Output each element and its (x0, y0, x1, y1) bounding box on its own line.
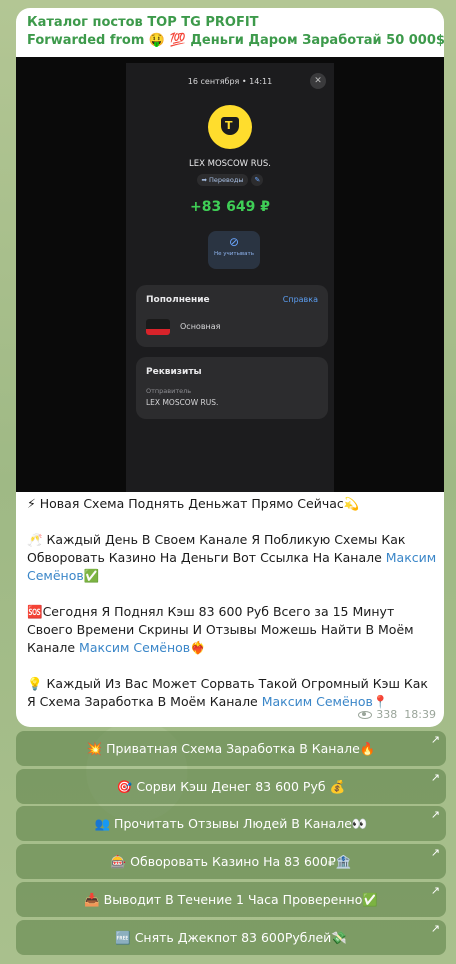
paragraph-3-tail: ❤️‍🔥 (190, 640, 206, 655)
bank-logo-letter: T (225, 119, 233, 132)
inline-button-1[interactable]: 💥 Приватная Схема Заработка В Канале🔥 ↗ (16, 731, 446, 766)
channel-link[interactable]: Максим Семёнов (262, 694, 373, 709)
transaction-tags: ➡ Переводы ✎ (126, 174, 334, 186)
external-link-icon: ↗ (430, 733, 440, 746)
channel-name[interactable]: Каталог постов TOP TG PROFIT (27, 15, 433, 31)
paragraph-2-text: 🥂 Каждый День В Своем Канале Я Поблику­ю… (27, 532, 406, 565)
help-link: Справка (282, 295, 318, 304)
message-meta: 338 18:39 (358, 708, 436, 721)
button-label: 🎰 Обворовать Казино На 83 600₽🏦 (110, 854, 352, 869)
ignore-icon: ⊘ (228, 235, 240, 249)
paragraph-4: 💡 Каждый Из Вас Может Сорвать Такой Огро… (27, 675, 437, 711)
inline-button-2[interactable]: 🎯 Сорви Кэш Денег 83 600 Руб 💰 ↗ (16, 769, 446, 804)
button-label: 💥 Приватная Схема Заработка В Канале🔥 (86, 741, 376, 756)
button-label: 🎯 Сорви Кэш Денег 83 600 Руб 💰 (116, 779, 346, 794)
ignore-button: ⊘ Не учитывать (208, 231, 260, 269)
external-link-icon: ↗ (430, 846, 440, 859)
external-link-icon: ↗ (430, 922, 440, 935)
paragraph-3: 🆘Сегодня Я Поднял Кэш 83 600 Руб Всего з… (27, 603, 437, 657)
bank-logo: T (208, 105, 252, 149)
message-time: 18:39 (404, 708, 436, 721)
transaction-amount: +83 649 ₽ (190, 199, 270, 215)
paragraph-4-tail: 📍 (372, 694, 389, 709)
inline-button-3[interactable]: 👥 Прочитать Отзывы Людей В Канале👀 ↗ (16, 806, 446, 841)
button-label: 🆓 Снять Джекпот 83 600Рублей💸 (115, 930, 347, 945)
external-link-icon: ↗ (430, 884, 440, 897)
details-title: Реквизиты (146, 367, 202, 377)
button-label: 👥 Прочитать Отзывы Людей В Канале👀 (94, 816, 368, 831)
topup-card: Пополнение Справка Основная (136, 285, 328, 347)
message-text: ⚡ Новая Схема Поднять Деньжат Прямо Сейч… (27, 495, 437, 711)
close-icon: ✕ (310, 73, 326, 89)
inline-button-5[interactable]: 📥 Выводит В Течение 1 Часа Проверенно✅ ↗ (16, 882, 446, 917)
paragraph-2: 🥂 Каждый День В Своем Канале Я Поблику­ю… (27, 531, 437, 585)
inline-button-6[interactable]: 🆓 Снять Джекпот 83 600Рублей💸 ↗ (16, 920, 446, 955)
ignore-label: Не учитывать (214, 251, 254, 257)
photo-attachment[interactable]: 16 сентября • 14:11 ✕ T LEX MOSCOW RUS. … (16, 57, 444, 492)
bank-screenshot: 16 сентября • 14:11 ✕ T LEX MOSCOW RUS. … (126, 63, 334, 492)
paragraph-2-tail: ✅ (83, 568, 100, 583)
card-icon (146, 319, 170, 335)
merchant-name: LEX MOSCOW RUS. (188, 159, 271, 169)
button-label: 📥 Выводит В Течение 1 Часа Проверенно✅ (84, 892, 378, 907)
paragraph-1: ⚡ Новая Схема Поднять Деньжат Прямо Сейч… (27, 496, 360, 511)
message-header: Каталог постов TOP TG PROFIT Forwarded f… (16, 8, 444, 56)
category-tag: ➡ Переводы (196, 174, 249, 186)
forwarded-line[interactable]: Forwarded from 🤑 💯 Деньги Даром Заработа… (27, 32, 444, 50)
forwarded-source[interactable]: 🤑 💯 Деньги Даром Заработай 50 000$💸 (149, 33, 444, 48)
channel-link[interactable]: Максим Семёнов (79, 640, 190, 655)
external-link-icon: ↗ (430, 808, 440, 821)
edit-icon: ✎ (251, 174, 264, 186)
inline-button-4[interactable]: 🎰 Обворовать Казино На 83 600₽🏦 ↗ (16, 844, 446, 879)
sender-label: Отправитель (146, 387, 192, 395)
views-icon (358, 711, 373, 719)
details-card: Реквизиты Отправитель LEX MOSCOW RUS. (136, 357, 328, 419)
account-name: Основная (180, 322, 221, 331)
external-link-icon: ↗ (430, 771, 440, 784)
transaction-date: 16 сентября • 14:11 (187, 77, 273, 86)
sender-value: LEX MOSCOW RUS. (146, 398, 219, 407)
views-count: 338 (376, 708, 398, 721)
forwarded-label: Forwarded from (27, 33, 145, 48)
message-bubble: Каталог постов TOP TG PROFIT Forwarded f… (16, 8, 444, 727)
topup-title: Пополнение (146, 295, 210, 305)
